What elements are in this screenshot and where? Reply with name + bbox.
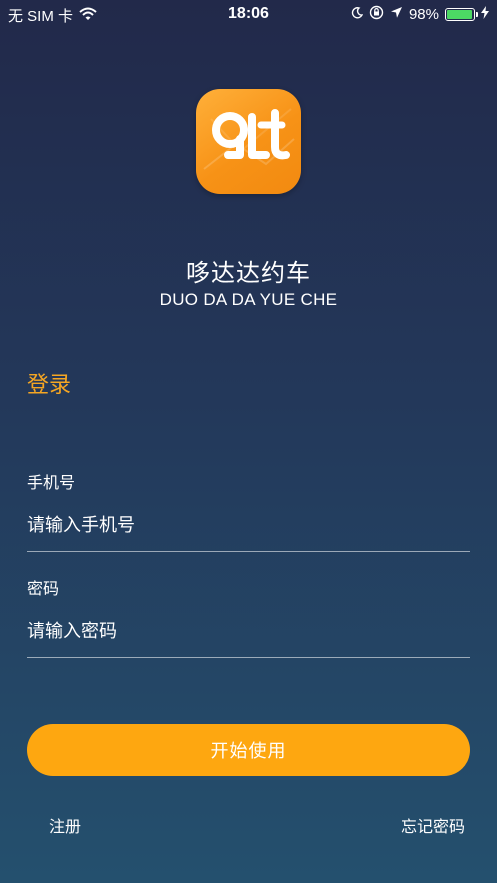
login-heading: 登录 [27, 373, 72, 398]
register-link[interactable]: 注册 [49, 813, 81, 837]
charging-bolt-icon [481, 6, 489, 23]
app-title: 哆达达约车 [186, 259, 311, 287]
phone-label: 手机号 [27, 473, 76, 492]
password-underline [27, 657, 470, 658]
app-subtitle: DUO DA DA YUE CHE [159, 290, 338, 309]
status-bar-right: 98% [351, 5, 489, 24]
battery-level [447, 10, 472, 19]
battery-icon [445, 8, 478, 21]
orientation-lock-icon [369, 5, 384, 24]
password-input[interactable] [27, 614, 470, 648]
forgot-password-link[interactable]: 忘记密码 [401, 813, 465, 837]
battery-percent: 98% [408, 6, 439, 23]
start-button[interactable]: 开始使用 [27, 724, 470, 776]
password-label: 密码 [27, 579, 60, 598]
moon-icon [351, 6, 364, 23]
phone-underline [27, 551, 470, 552]
status-bar: 无 SIM 卡 18:06 98% [0, 0, 497, 28]
phone-input[interactable] [27, 508, 470, 542]
app-logo-icon [196, 89, 301, 194]
location-arrow-icon [390, 6, 403, 23]
